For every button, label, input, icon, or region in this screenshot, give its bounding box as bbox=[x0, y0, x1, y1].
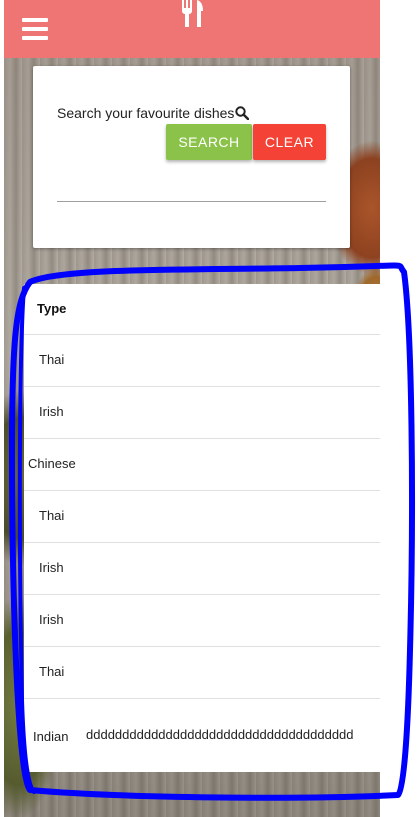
clear-button[interactable]: CLEAR bbox=[253, 124, 326, 160]
search-card: Search your favourite dishes SEARCH CLEA… bbox=[33, 66, 350, 248]
type-cell: Chinese bbox=[28, 456, 76, 471]
table-row[interactable]: Thai bbox=[24, 646, 380, 699]
dishes-table: Type Thai Irish Chinese Thai Irish Irish… bbox=[24, 284, 380, 772]
type-cell: Thai bbox=[39, 352, 65, 367]
table-row[interactable]: Irish bbox=[24, 542, 380, 595]
type-cell: Thai bbox=[39, 664, 65, 679]
page-margin bbox=[380, 0, 417, 817]
table-row[interactable]: Thai bbox=[24, 490, 380, 543]
search-input[interactable] bbox=[57, 181, 326, 202]
app-header bbox=[4, 0, 380, 58]
type-cell: Irish bbox=[39, 612, 64, 627]
column-header-type: Type bbox=[37, 301, 67, 316]
hamburger-menu-icon[interactable] bbox=[22, 18, 48, 40]
type-cell: Irish bbox=[39, 404, 64, 419]
type-cell: Irish bbox=[39, 560, 64, 575]
search-button[interactable]: SEARCH bbox=[166, 124, 252, 160]
table-row[interactable]: Thai bbox=[24, 334, 380, 387]
fork-knife-icon bbox=[182, 0, 203, 27]
search-label: Search your favourite dishes bbox=[57, 105, 235, 121]
type-cell: Indian bbox=[33, 729, 69, 744]
type-cell: Thai bbox=[39, 508, 65, 523]
table-row[interactable]: Indian ddddddddddddddddddddddddddddddddd… bbox=[24, 698, 380, 772]
search-icon bbox=[235, 106, 249, 120]
description-cell: ddddddddddddddddddddddddddddddddddddd bbox=[86, 727, 354, 742]
table-row[interactable]: Irish bbox=[24, 386, 380, 439]
table-row[interactable]: Irish bbox=[24, 594, 380, 647]
table-row[interactable]: Chinese bbox=[24, 438, 380, 491]
